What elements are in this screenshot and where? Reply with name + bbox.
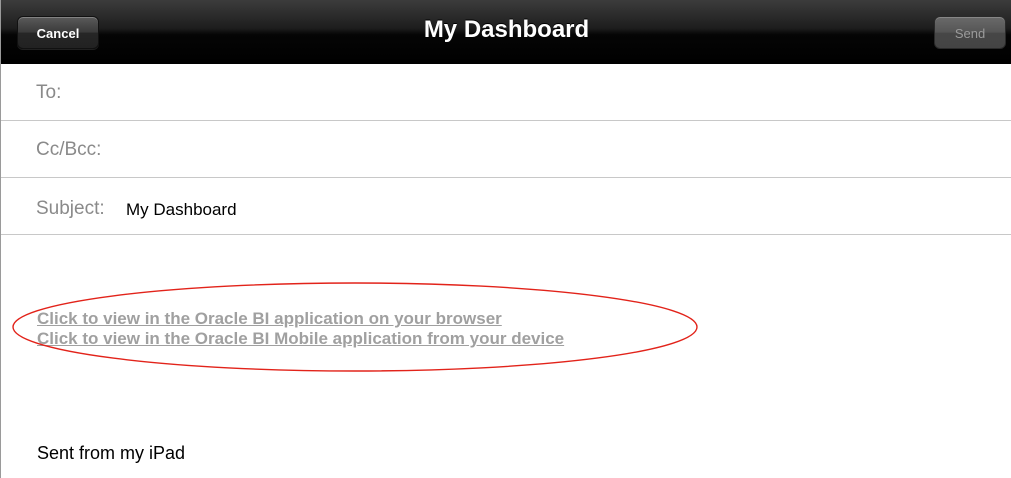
to-label: To: — [36, 82, 62, 103]
signature: Sent from my iPad — [37, 443, 186, 463]
page-title: My Dashboard — [423, 16, 590, 43]
send-button[interactable]: Send — [934, 16, 1006, 49]
mobile-app-link[interactable]: Click to view in the Oracle BI Mobile ap… — [37, 329, 564, 349]
subject-field[interactable]: Subject: My Dashboard — [1, 178, 1011, 235]
cc-bcc-label: Cc/Bcc: — [36, 139, 102, 160]
subject-input[interactable]: My Dashboard — [126, 200, 237, 220]
navigation-bar: Cancel My Dashboard Send — [1, 0, 1011, 64]
browser-link[interactable]: Click to view in the Oracle BI applicati… — [37, 309, 564, 329]
message-links: Click to view in the Oracle BI applicati… — [37, 309, 564, 349]
to-field[interactable]: To: — [1, 64, 1011, 121]
subject-label: Subject: — [36, 198, 105, 219]
cc-bcc-field[interactable]: Cc/Bcc: — [1, 121, 1011, 178]
compose-email-screen: Cancel My Dashboard Send To: Cc/Bcc: Sub… — [0, 0, 1011, 478]
